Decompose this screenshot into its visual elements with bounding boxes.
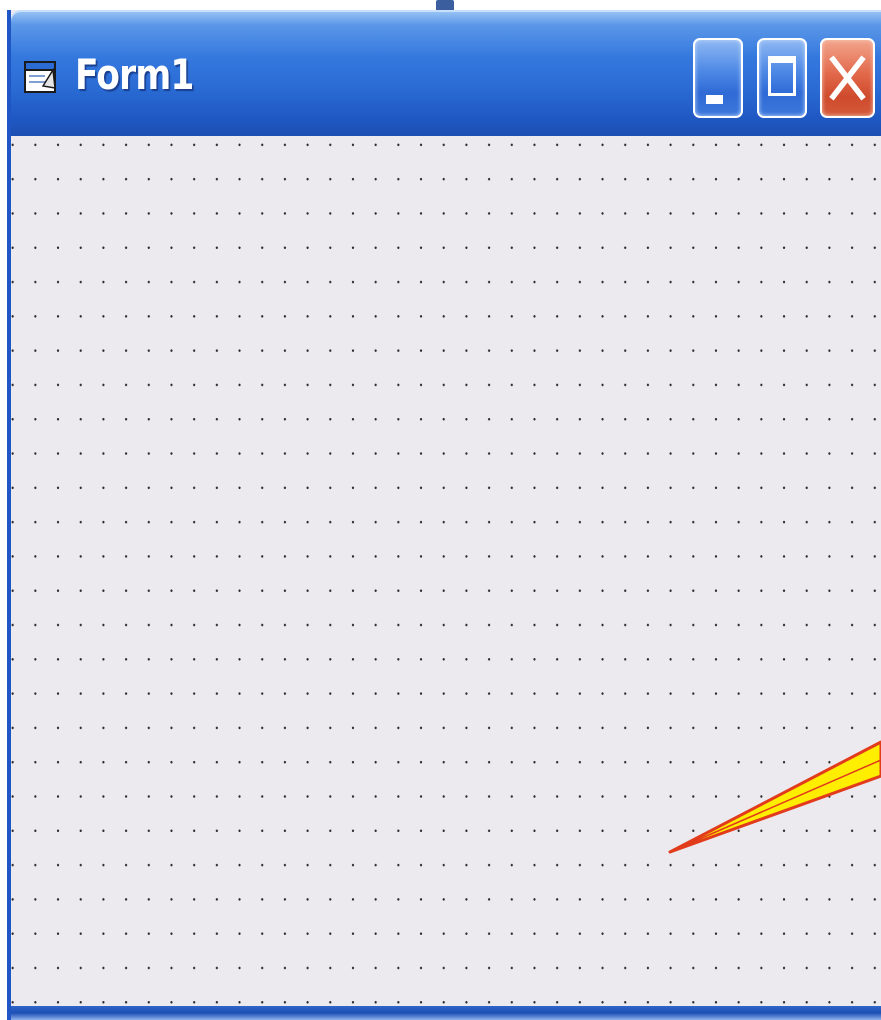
page: Form1	[0, 0, 881, 1020]
close-icon	[829, 55, 866, 101]
minimize-button[interactable]	[693, 38, 743, 118]
form-design-surface[interactable]	[11, 136, 881, 1006]
close-button[interactable]	[820, 38, 875, 118]
form-window-icon[interactable]	[23, 56, 57, 96]
minimize-icon	[706, 95, 723, 104]
window-bottom-border[interactable]	[11, 1006, 881, 1020]
form-window: Form1	[7, 10, 881, 1020]
title-bar[interactable]: Form1	[11, 10, 881, 136]
window-title: Form1	[75, 50, 194, 99]
maximize-icon	[768, 56, 796, 96]
maximize-button[interactable]	[757, 38, 807, 118]
